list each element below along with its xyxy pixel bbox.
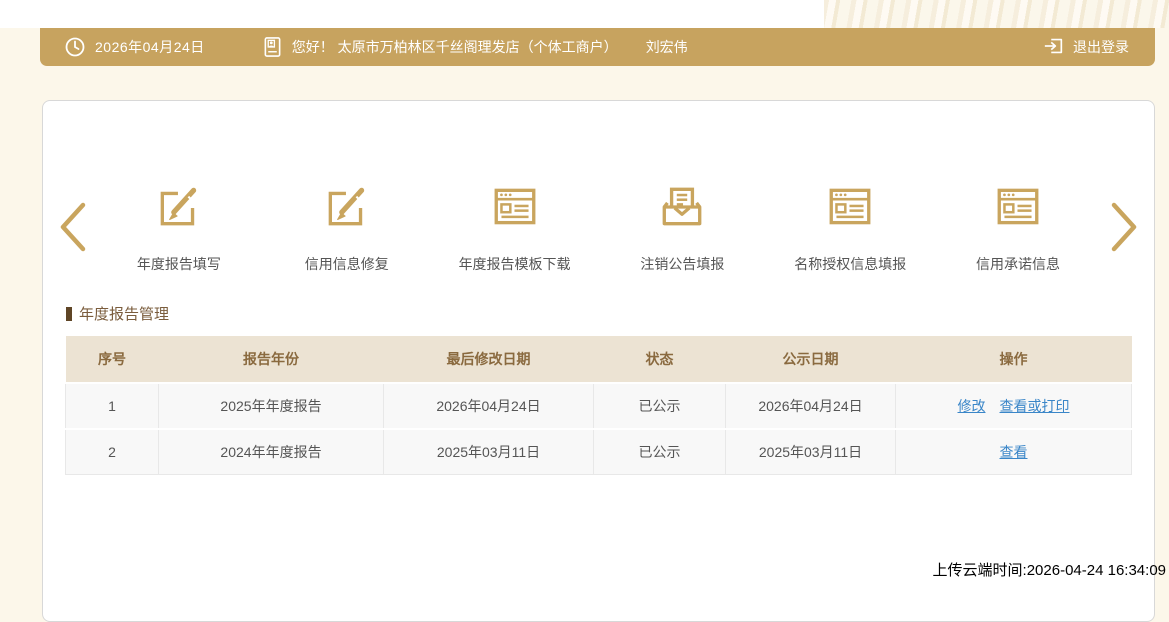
carousel-prev-button[interactable] (53, 198, 95, 256)
carousel-item-2[interactable]: 信用信息修复 (267, 180, 427, 274)
title-bullet-icon (66, 307, 72, 321)
main-card: 年度报告填写 信用信息修复 年度报告模板下载 注销公告填报 (42, 100, 1155, 622)
carousel-item-5[interactable]: 名称授权信息填报 (770, 180, 930, 274)
carousel-item-label: 年度报告模板下载 (459, 254, 571, 274)
cell-seq: 2 (66, 429, 159, 475)
wheat-pattern-decoration (824, 0, 1169, 28)
cell-year: 2025年年度报告 (159, 383, 384, 429)
cell-year: 2024年年度报告 (159, 429, 384, 475)
id-badge-icon (263, 35, 282, 59)
table-row: 12025年年度报告2026年04月24日已公示2026年04月24日修改查看或… (66, 383, 1132, 429)
annual-report-table: 序号报告年份最后修改日期状态公示日期操作 12025年年度报告2026年04月2… (65, 336, 1132, 475)
cell-modified: 2025年03月11日 (384, 429, 594, 475)
greeting-text: 您好！ 太原市万柏林区千丝阁理发店（个体工商户） (292, 37, 618, 57)
top-bar: 2026年04月24日 您好！ 太原市万柏林区千丝阁理发店（个体工商户） 刘宏伟… (40, 28, 1155, 66)
table-header-cell: 报告年份 (159, 336, 384, 383)
cell-published: 2025年03月11日 (726, 429, 896, 475)
cell-modified: 2026年04月24日 (384, 383, 594, 429)
current-date: 2026年04月24日 (95, 37, 205, 57)
template-icon (993, 180, 1043, 232)
user-name: 刘宏伟 (646, 37, 688, 57)
table-body: 12025年年度报告2026年04月24日已公示2026年04月24日修改查看或… (66, 383, 1132, 475)
cell-actions: 查看 (896, 429, 1132, 475)
table-header-cell: 公示日期 (726, 336, 896, 383)
carousel-item-label: 信用信息修复 (305, 254, 389, 274)
table-header-row: 序号报告年份最后修改日期状态公示日期操作 (66, 336, 1132, 383)
carousel-item-label: 名称授权信息填报 (794, 254, 906, 274)
clock-icon (64, 36, 86, 58)
cell-status: 已公示 (594, 383, 726, 429)
edit-icon (154, 180, 204, 232)
cell-seq: 1 (66, 383, 159, 429)
section-title-annual-report: 年度报告管理 (66, 303, 169, 324)
logout-label: 退出登录 (1073, 37, 1129, 57)
table-header-cell: 操作 (896, 336, 1132, 383)
logout-button[interactable]: 退出登录 (1035, 35, 1129, 60)
carousel-item-label: 信用承诺信息 (976, 254, 1060, 274)
table-header-cell: 最后修改日期 (384, 336, 594, 383)
table-row: 22024年年度报告2025年03月11日已公示2025年03月11日查看 (66, 429, 1132, 475)
action-link[interactable]: 查看 (1000, 444, 1028, 460)
action-link[interactable]: 查看或打印 (1000, 398, 1070, 414)
carousel-item-3[interactable]: 年度报告模板下载 (435, 180, 595, 274)
upload-time-text: 上传云端时间:2026-04-24 16:34:09 (933, 559, 1166, 580)
carousel-next-button[interactable] (1102, 198, 1144, 256)
function-carousel: 年度报告填写 信用信息修复 年度报告模板下载 注销公告填报 (43, 167, 1154, 287)
carousel-item-4[interactable]: 注销公告填报 (602, 180, 762, 274)
action-link[interactable]: 修改 (958, 398, 986, 414)
cell-published: 2026年04月24日 (726, 383, 896, 429)
cell-status: 已公示 (594, 429, 726, 475)
logout-icon (1043, 35, 1065, 60)
template-icon (825, 180, 875, 232)
edit-icon (322, 180, 372, 232)
table-head: 序号报告年份最后修改日期状态公示日期操作 (66, 336, 1132, 383)
carousel-items: 年度报告填写 信用信息修复 年度报告模板下载 注销公告填报 (95, 180, 1102, 274)
carousel-item-6[interactable]: 信用承诺信息 (938, 180, 1098, 274)
table-header-cell: 序号 (66, 336, 159, 383)
table-header-cell: 状态 (594, 336, 726, 383)
carousel-item-label: 年度报告填写 (137, 254, 221, 274)
carousel-item-1[interactable]: 年度报告填写 (99, 180, 259, 274)
carousel-item-label: 注销公告填报 (640, 254, 724, 274)
top-bar-left: 2026年04月24日 您好！ 太原市万柏林区千丝阁理发店（个体工商户） 刘宏伟 (64, 35, 688, 59)
template-icon (490, 180, 540, 232)
section-title-text: 年度报告管理 (79, 303, 169, 324)
top-strip (0, 0, 1169, 28)
inbox-icon (657, 180, 707, 232)
cell-actions: 修改查看或打印 (896, 383, 1132, 429)
